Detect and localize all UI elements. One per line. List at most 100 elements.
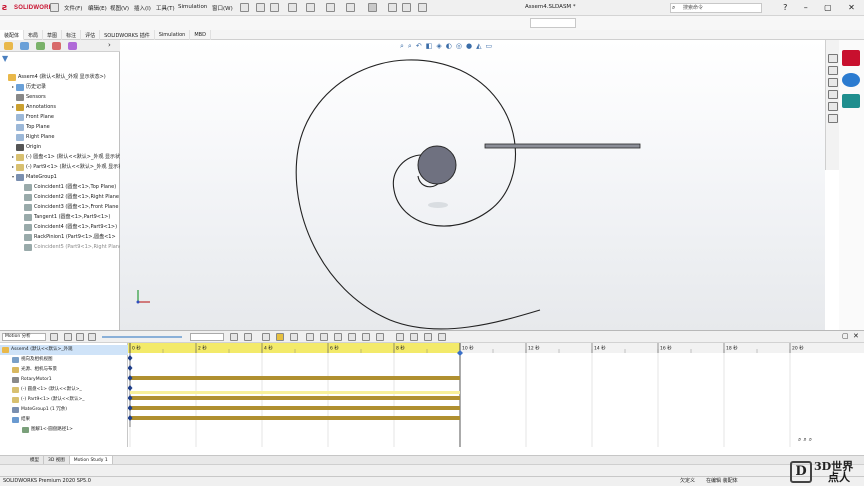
animation-wizard-icon[interactable] [262,333,270,341]
graphics-area[interactable]: ⌕ ⌕ ↶ ◧ ◈ ◐ ◎ ● ◭ ▭ [120,40,825,330]
motion-tree-item[interactable]: MateGroup1 (1 冗余) [0,405,67,415]
tree-item[interactable]: Coincident5 (Part9<1>,Right Plane [0,242,122,252]
motion-study-properties-icon[interactable] [410,333,418,341]
view-palette-icon[interactable] [828,90,838,99]
open-file-icon[interactable] [288,3,297,12]
zoom-in-icon[interactable]: ⌕ [798,436,801,444]
close-motion-icon[interactable]: ✕ [853,332,859,340]
motion-tree-item[interactable]: 光源、相机与布景 [0,365,57,375]
calculate-icon[interactable] [50,333,58,341]
play-settings-icon[interactable] [438,333,446,341]
edge-browser-icon[interactable] [842,73,860,87]
tab-evaluate[interactable]: 评估 [81,30,101,40]
display-icon[interactable] [842,94,860,108]
rebuild-icon[interactable] [388,3,397,12]
help-button[interactable]: ? [783,3,787,13]
timeline-area[interactable]: 0 秒 2 秒 4 秒 6 秒 8 秒 10 秒 12 秒 14 秒 16 秒 18 秒 20 秒 [128,343,864,447]
time-field[interactable] [190,333,224,341]
tree-item[interactable]: Front Plane [0,112,54,122]
expand-arrow-icon[interactable]: › [108,41,111,49]
maximize-motion-icon[interactable]: ▢ [842,332,849,340]
file-properties-icon[interactable] [402,3,411,12]
motor-icon[interactable] [306,333,314,341]
force-icon[interactable] [348,333,356,341]
tree-item[interactable]: Coincident4 (圆盘<1>,Part9<1>) [0,222,117,232]
damper-icon[interactable] [334,333,342,341]
menu-simulation[interactable]: Simulation [178,4,207,10]
playback-speed-slider[interactable] [102,336,182,338]
solidworks-app-icon[interactable] [842,50,860,66]
study-type-dropdown[interactable]: Motion 分析 [2,333,46,341]
tab-markup[interactable]: 标注 [62,30,82,40]
zoom-out-icon[interactable]: ⌕ [803,436,806,444]
feature-tree-icon[interactable] [4,42,13,50]
tab-addins[interactable]: SOLIDWORKS 插件 [100,30,155,40]
menu-tools[interactable]: 工具(T) [156,4,175,12]
play-from-start-icon[interactable] [76,333,84,341]
tab-sketch[interactable]: 草图 [43,30,63,40]
motion-tree-item[interactable]: (-) Part9<1> (默认<<默认>_ [0,395,84,405]
zoom-fit-timeline-icon[interactable]: ⌕ [809,436,812,444]
save-animation-icon[interactable] [244,333,252,341]
menu-file[interactable]: 文件(F) [64,4,82,12]
tab-motion-study[interactable]: Motion Study 1 [69,456,113,464]
motion-tree-item[interactable]: (-) 圆盘<1> (默认<<默认>_ [0,385,82,395]
stop-icon[interactable] [88,333,96,341]
motion-tree-item[interactable]: 图解1<-圆盘路径1> [0,425,73,435]
dimxpert-icon[interactable] [52,42,61,50]
tree-item[interactable]: Tangent1 (圆盘<1>,Part9<1>) [0,212,110,222]
design-library-icon[interactable] [828,66,838,75]
tree-item[interactable]: Right Plane [0,132,54,142]
options-icon[interactable] [418,3,427,12]
close-button[interactable]: ✕ [848,3,855,13]
motion-tree-item[interactable]: 视向及相机视图 [0,355,53,365]
playback-mode-icon[interactable] [230,333,238,341]
new-file-icon[interactable] [270,3,279,12]
custom-properties-icon[interactable] [828,114,838,123]
menu-view[interactable]: 视图(V) [110,4,129,12]
menu-insert[interactable]: 插入(I) [134,4,151,12]
motion-tree-item[interactable]: Assem4 (默认<<默认>_外观 [0,345,128,355]
save-icon[interactable] [306,3,315,12]
collapse-icon[interactable] [424,333,432,341]
tab-simulation[interactable]: Simulation [155,30,191,40]
tree-item[interactable]: Coincident1 (圆盘<1>,Top Plane) [0,182,116,192]
arrow-icon[interactable] [50,3,59,12]
autokey-icon[interactable] [276,333,284,341]
contact-icon[interactable] [362,333,370,341]
minimize-button[interactable]: – [804,3,808,13]
resources-icon[interactable] [828,54,838,63]
motion-tree-item[interactable]: 结果 [0,415,30,425]
results-plots-icon[interactable] [396,333,404,341]
filter-icon[interactable]: ▼ [2,54,8,63]
tab-model[interactable]: 模型 [0,456,44,464]
tree-item[interactable]: Origin [0,142,41,152]
search-input[interactable]: 搜索命令 [670,3,762,13]
home-icon[interactable] [256,3,265,12]
pin-icon[interactable] [240,3,249,12]
spring-icon[interactable] [320,333,328,341]
config-dropdown[interactable] [530,18,576,28]
appearances-icon[interactable] [828,102,838,111]
property-manager-icon[interactable] [20,42,29,50]
tree-item[interactable]: ▸ Annotations [0,102,56,112]
display-manager-icon[interactable] [68,42,77,50]
tree-item[interactable]: Assem4 (默认<默认_外观 显示状态>) [0,72,106,82]
menu-edit[interactable]: 编辑(E) [88,4,107,12]
gravity-icon[interactable] [376,333,384,341]
tree-item[interactable]: Top Plane [0,122,50,132]
tree-item[interactable]: ▾ MateGroup1 [0,172,57,182]
tree-item[interactable]: Coincident3 (圆盘<1>,Front Plane [0,202,118,212]
tab-3d-views[interactable]: 3D 视图 [44,456,70,464]
tree-item[interactable]: ▸ (-) 圆盘<1> (默认<<默认>_外观 显示状 [0,152,120,162]
undo-icon[interactable] [346,3,355,12]
tab-layout[interactable]: 布局 [24,30,44,40]
play-icon[interactable] [64,333,72,341]
tree-item[interactable]: ▸ (-) Part9<1> (默认<<默认>_外观 显示状 [0,162,123,172]
print-icon[interactable] [326,3,335,12]
motion-tree-item[interactable]: RotaryMotor1 [0,375,52,385]
select-icon[interactable] [368,3,377,12]
tree-item[interactable]: RackPinion1 (Part9<1>,圆盘<1> [0,232,116,242]
tree-item[interactable]: Coincident2 (圆盘<1>,Right Plane [0,192,119,202]
add-key-icon[interactable] [290,333,298,341]
